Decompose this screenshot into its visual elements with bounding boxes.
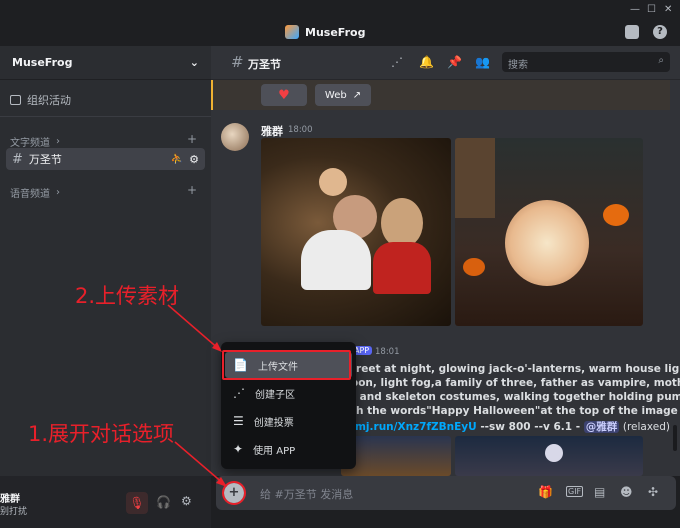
step2-annotation: 2.上传素材 [75, 284, 180, 308]
annotation-arrows [167, 304, 227, 487]
step1-annotation: 1.展开对话选项 [28, 422, 175, 446]
